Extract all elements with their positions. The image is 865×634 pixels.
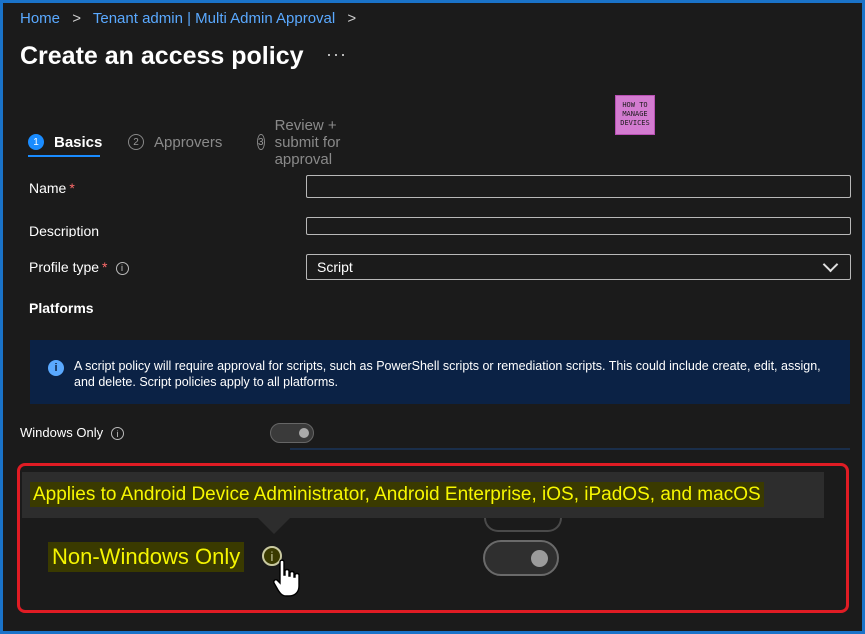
logo-line: HOW TO [622, 101, 648, 109]
non-windows-only-label: Non-Windows Only [48, 542, 245, 572]
windows-only-label-text: Windows Only [20, 425, 104, 440]
tab-approvers[interactable]: 2 Approvers [128, 130, 222, 154]
tooltip-text: Applies to Android Device Administrator,… [30, 482, 764, 507]
tab-review-submit[interactable]: 3 Review + submit for approval [257, 117, 341, 168]
name-label-text: Name [29, 180, 67, 196]
more-icon[interactable]: ··· [326, 44, 347, 65]
name-label: Name * [29, 180, 75, 196]
info-icon[interactable]: i [115, 261, 129, 275]
required-mark: * [69, 180, 75, 196]
tooltip-arrow [258, 518, 290, 534]
platforms-heading: Platforms [29, 300, 94, 316]
breadcrumb-home[interactable]: Home [20, 10, 60, 27]
description-input[interactable] [306, 217, 851, 235]
description-label: Description [29, 223, 100, 237]
tab-label: Approvers [154, 133, 223, 151]
step-number: 3 [257, 134, 265, 150]
windows-only-toggle[interactable] [270, 423, 314, 443]
tab-label: Review + submit for approval [274, 116, 341, 168]
tab-label: Basics [54, 133, 103, 151]
banner-text: A script policy will require approval fo… [74, 359, 821, 389]
step-number: 2 [128, 134, 144, 150]
profile-type-label-text: Profile type [29, 259, 100, 275]
info-icon[interactable]: i [111, 427, 125, 441]
chevron-down-icon [822, 256, 839, 273]
tab-basics[interactable]: 1 Basics [28, 130, 102, 154]
active-tab-indicator [28, 155, 100, 157]
toggle-knob [531, 550, 548, 567]
profile-type-label: Profile type * i [29, 259, 129, 275]
logo-line: MANAGE [622, 110, 648, 118]
brand-logo: HOW TO MANAGE DEVICES [615, 95, 655, 135]
divider [290, 448, 850, 450]
step-number: 1 [28, 134, 44, 150]
profile-type-value: Script [317, 259, 353, 275]
breadcrumb: Home > Tenant admin | Multi Admin Approv… [20, 10, 364, 27]
toggle-knob [299, 428, 309, 438]
logo-line: DEVICES [620, 119, 650, 127]
breadcrumb-tenant-admin[interactable]: Tenant admin | Multi Admin Approval [93, 10, 335, 27]
windows-only-label: Windows Only i [20, 425, 125, 441]
profile-type-select[interactable]: Script [306, 254, 851, 280]
breadcrumb-separator: > [347, 10, 357, 27]
required-mark: * [102, 259, 108, 275]
tooltip: Applies to Android Device Administrator,… [22, 472, 824, 518]
hand-cursor-icon [273, 559, 300, 597]
info-banner: i A script policy will require approval … [30, 340, 850, 404]
page-title: Create an access policy [20, 42, 304, 70]
info-icon: i [48, 360, 64, 376]
name-input[interactable] [306, 175, 851, 198]
non-windows-only-toggle[interactable] [483, 540, 559, 576]
breadcrumb-separator: > [72, 10, 81, 27]
obscured-toggle [484, 516, 562, 532]
